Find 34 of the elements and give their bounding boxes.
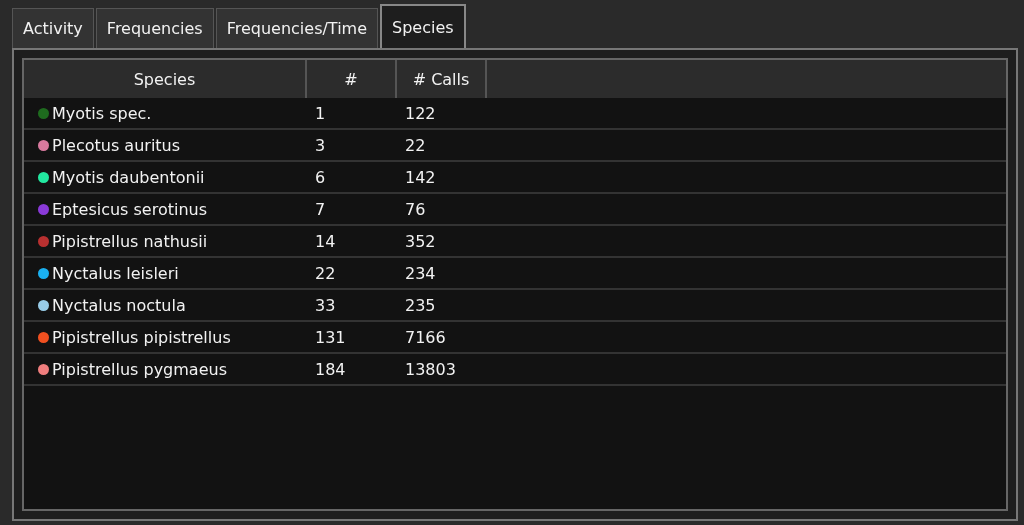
- tab[interactable]: Activity: [12, 8, 94, 48]
- table-cell: 6: [315, 167, 326, 187]
- tab[interactable]: Frequencies/Time: [215, 8, 378, 48]
- table-cell: 1: [315, 103, 326, 123]
- table-cell: Pipistrellus pipistrellus: [52, 327, 231, 347]
- table-cell: Myotis spec.: [52, 103, 152, 123]
- table-cell: 13803: [405, 359, 456, 379]
- table-cell: 235: [405, 295, 436, 315]
- table-cell: Plecotus auritus: [52, 135, 181, 155]
- tab[interactable]: Species: [380, 4, 466, 48]
- table-cell: 122: [405, 103, 436, 123]
- table-cell: 131: [315, 327, 346, 347]
- table-cell: Pipistrellus pygmaeus: [52, 359, 227, 379]
- column-header[interactable]: #: [307, 60, 397, 98]
- table-cell: 3: [315, 135, 326, 155]
- table-cell: Myotis daubentonii: [52, 167, 205, 187]
- table-cell: 184: [315, 359, 346, 379]
- table-cell: Nyctalus noctula: [52, 295, 186, 315]
- table-cell: Nyctalus leisleri: [52, 263, 179, 283]
- table-cell: Eptesicus serotinus: [52, 199, 208, 219]
- table-cell: 14: [315, 231, 336, 251]
- table-cell: Pipistrellus nathusii: [52, 231, 208, 251]
- table-cell: 33: [315, 295, 336, 315]
- table-cell: 76: [405, 199, 426, 219]
- column-header[interactable]: Species: [24, 60, 307, 98]
- table-cell: 22: [315, 263, 336, 283]
- tab[interactable]: Frequencies: [95, 8, 214, 48]
- column-header[interactable]: # Calls: [397, 60, 487, 98]
- table-cell: 7166: [405, 327, 446, 347]
- table-cell: 7: [315, 199, 326, 219]
- table-cell: 352: [405, 231, 436, 251]
- table-cell: 234: [405, 263, 436, 283]
- table-cell: 142: [405, 167, 436, 187]
- table-cell: 22: [405, 135, 426, 155]
